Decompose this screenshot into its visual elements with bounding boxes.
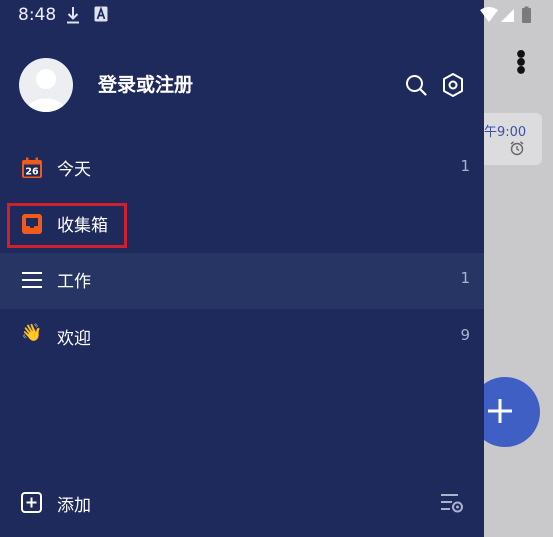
manage-lists-icon[interactable] [440,492,464,514]
notification-a-icon [94,6,108,22]
sidebar-item-work[interactable]: 工作 1 [0,253,484,309]
avatar[interactable] [19,58,73,112]
search-icon[interactable] [405,74,427,96]
waving-hand-icon: 👋 [21,323,43,343]
item-count: 1 [460,157,470,175]
svg-text:26: 26 [25,167,39,178]
sidebar-item-today[interactable]: 26 今天 1 [0,141,484,197]
task-time: 午9:00 [484,125,527,140]
person-icon [26,69,66,112]
download-icon [67,7,79,24]
calendar-icon: 26 [22,157,42,178]
add-list-button[interactable]: 添加 [57,491,91,516]
item-count: 1 [460,269,470,287]
list-icon [22,272,42,288]
overflow-menu-icon[interactable]: • • • [512,45,530,83]
sidebar-item-label: 今天 [57,160,91,180]
signal-battery-icons [480,6,531,23]
settings-icon[interactable] [441,72,465,98]
highlight-box [7,203,127,248]
status-bar: 8:48 [0,0,553,32]
status-time: 8:48 [18,5,57,25]
sidebar-item-label: 欢迎 [57,329,91,349]
navigation-drawer: 登录或注册 26 今天 1 收集箱 工作 1 👋 欢迎 9 添加 [0,0,484,537]
sidebar-item-welcome[interactable]: 👋 欢迎 9 [0,310,484,366]
plus-icon [488,399,512,423]
add-list-icon[interactable] [21,492,42,513]
item-count: 9 [460,326,470,344]
login-register-link[interactable]: 登录或注册 [98,70,193,97]
alarm-icon [510,141,524,156]
sidebar-item-label: 工作 [57,272,91,292]
